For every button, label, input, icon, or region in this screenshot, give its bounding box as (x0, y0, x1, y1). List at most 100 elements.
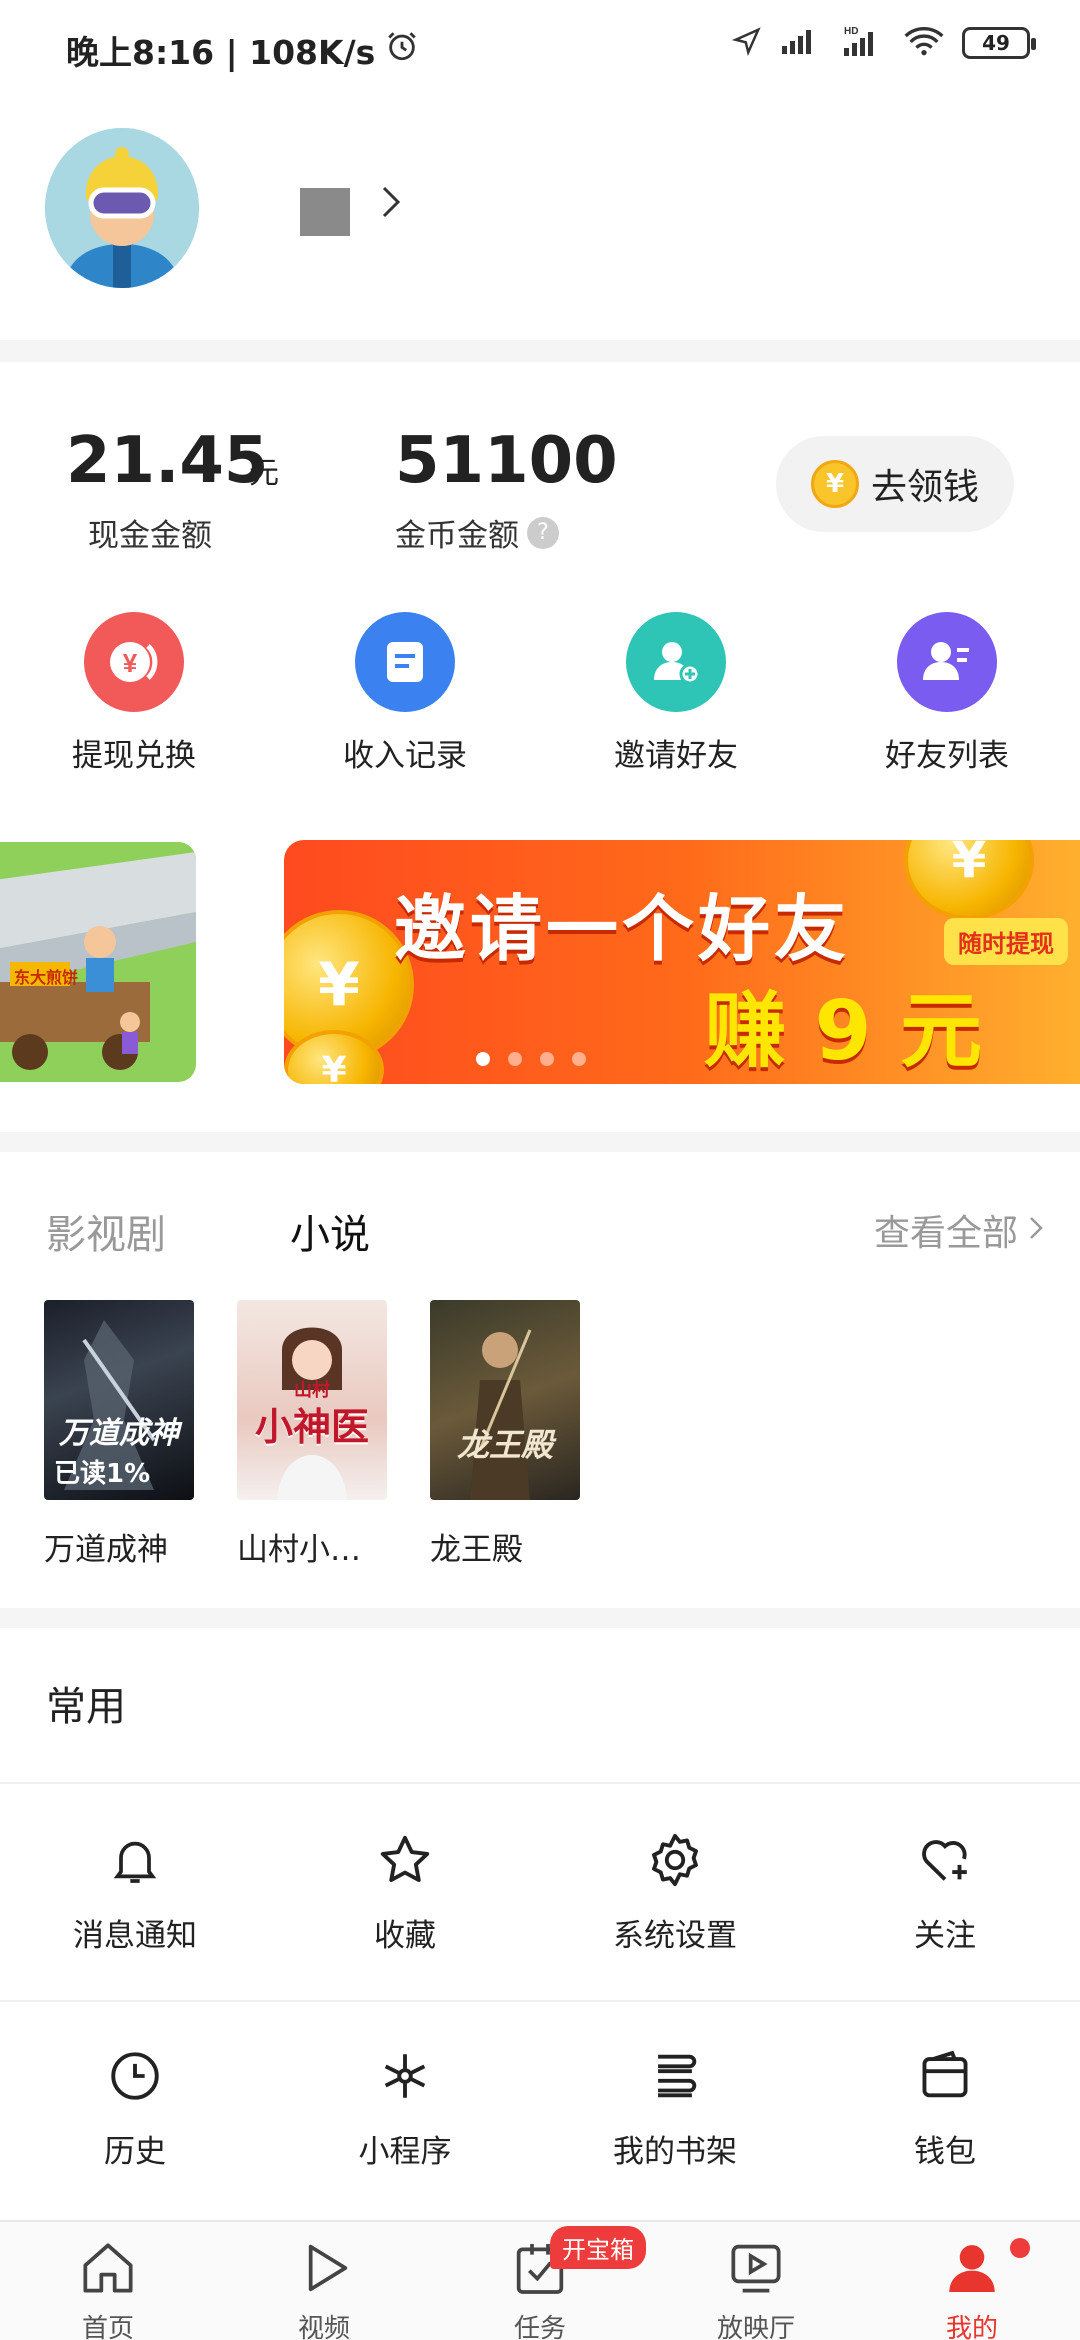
notification-dot (1010, 2238, 1030, 2258)
reading-progress: 已读1% (54, 1459, 151, 1489)
bell-icon (103, 1828, 167, 1892)
user-icon (940, 2236, 1004, 2300)
status-time: 晚上8:16 | 108K/s (66, 33, 376, 72)
home-icon (76, 2236, 140, 2300)
gear-icon (643, 1828, 707, 1892)
grid-item-mini-programs[interactable]: 小程序 (270, 2044, 540, 2194)
profile-header[interactable] (0, 96, 1080, 340)
wallet-icon (913, 2044, 977, 2108)
wifi-icon (904, 26, 944, 60)
chevron-right-icon[interactable] (378, 182, 404, 232)
book-title: 龙王殿 (430, 1532, 523, 1568)
nav-home[interactable]: 首页 (0, 2232, 216, 2340)
grid-item-favorites[interactable]: 收藏 (270, 1828, 540, 1978)
withdraw-icon: ¥ (84, 612, 184, 712)
tab-video[interactable]: 影视剧 (46, 1202, 166, 1260)
tab-novel[interactable]: 小说 (290, 1202, 370, 1260)
invite-banner[interactable]: ¥ ¥ ¥ 邀请一个好友 赚 9 元 随时提现 (284, 840, 1080, 1084)
cover-title: 龙王殿 (456, 1426, 553, 1464)
treasure-chest-badge[interactable]: 开宝箱 (550, 2226, 646, 2269)
help-icon[interactable]: ? (527, 516, 559, 549)
grid-label: 我的书架 (613, 2134, 737, 2170)
banner-pagination (476, 1052, 586, 1066)
quick-action-label: 提现兑换 (72, 738, 196, 774)
nav-label: 首页 (81, 2314, 134, 2340)
grid-label: 消息通知 (73, 1918, 197, 1954)
section-title: 常用 (46, 1684, 126, 1730)
status-left: 晚上8:16 | 108K/s (66, 26, 419, 74)
media-section: 影视剧 小说 查看全部 万道成神 已读1% 万道成神 山村 小神医 山村小… 龙… (0, 1152, 1080, 1608)
book-cover[interactable]: 山村 小神医 (237, 1300, 387, 1500)
quick-action-friend-list[interactable]: 好友列表 (857, 612, 1037, 774)
book-title: 山村小… (237, 1532, 361, 1568)
star-icon (373, 1828, 437, 1892)
view-all-label: 查看全部 (873, 1213, 1018, 1254)
nav-video[interactable]: 视频 (216, 2232, 432, 2340)
quick-action-label: 收入记录 (343, 738, 467, 774)
friend-list-icon (897, 612, 997, 712)
grid-label: 小程序 (358, 2134, 452, 2170)
earn-money-button[interactable]: ¥ 去领钱 (776, 436, 1014, 532)
quick-action-label: 邀请好友 (614, 738, 738, 774)
view-all-link[interactable]: 查看全部 (874, 1204, 1044, 1256)
quick-action-income-records[interactable]: 收入记录 (315, 612, 495, 774)
book-title: 万道成神 (44, 1532, 168, 1568)
book-cover[interactable]: 龙王殿 (430, 1300, 580, 1500)
grid-item-follow[interactable]: 关注 (810, 1828, 1080, 1978)
cover-title: 万道成神 (59, 1416, 179, 1451)
nav-label: 任务 (513, 2314, 566, 2340)
grid-item-bookshelf[interactable]: 我的书架 (540, 2044, 810, 2194)
grid-label: 关注 (914, 1918, 976, 1954)
grid-label: 系统设置 (613, 1918, 737, 1954)
cash-unit: 元 (249, 456, 279, 491)
heart-plus-icon (913, 1828, 977, 1892)
nav-label: 放映厅 (716, 2314, 795, 2340)
pagination-dot[interactable] (476, 1052, 490, 1066)
earn-button-label: 去领钱 (870, 467, 979, 508)
avatar[interactable] (45, 128, 199, 288)
grid-label: 历史 (104, 2134, 166, 2170)
grid-item-notifications[interactable]: 消息通知 (0, 1828, 270, 1978)
clock-icon (103, 2044, 167, 2108)
divider (0, 1782, 1080, 1784)
common-section: 常用 消息通知 收藏 系统设置 关注 历史 小程序 我的书架 钱包 (0, 1628, 1080, 2220)
banner-tag: 随时提现 (944, 918, 1068, 965)
bottom-navigation: 首页 视频 任务 放映厅 我的 (0, 2220, 1080, 2340)
grid-item-history[interactable]: 历史 (0, 2044, 270, 2194)
pagination-dot[interactable] (572, 1052, 586, 1066)
nav-theater[interactable]: 放映厅 (648, 2232, 864, 2340)
pagination-dot[interactable] (508, 1052, 522, 1066)
book-item[interactable]: 山村 小神医 山村小… (237, 1300, 389, 1569)
book-item[interactable]: 龙王殿 龙王殿 (430, 1300, 582, 1569)
banner-title: 邀请一个好友 (394, 887, 851, 971)
pagination-dot[interactable] (540, 1052, 554, 1066)
nav-mine[interactable]: 我的 (864, 2232, 1080, 2340)
wallet-section: 21.45 元 现金金额 51100 金币金额 ? ¥ 去领钱 ¥ 提现兑换 收… (0, 362, 1080, 1132)
cash-label: 现金金额 (88, 518, 212, 554)
book-cover[interactable]: 万道成神 已读1% (44, 1300, 194, 1500)
coin-label-row: 金币金额 ? (395, 510, 559, 555)
nav-label: 我的 (945, 2314, 998, 2340)
records-icon (355, 612, 455, 712)
coin-decoration-icon: ¥ (904, 840, 1034, 920)
grid-item-settings[interactable]: 系统设置 (540, 1828, 810, 1978)
quick-action-label: 好友列表 (885, 738, 1009, 774)
quick-action-invite-friends[interactable]: 邀请好友 (586, 612, 766, 774)
cash-amount[interactable]: 21.45 (66, 424, 268, 498)
grid-label: 收藏 (374, 1918, 436, 1954)
alarm-icon (385, 29, 419, 71)
coin-amount[interactable]: 51100 (395, 424, 618, 498)
quick-action-withdraw[interactable]: ¥ 提现兑换 (44, 612, 224, 774)
battery-icon: 49 (962, 27, 1036, 59)
divider (0, 2000, 1080, 2002)
username-placeholder[interactable] (300, 188, 350, 236)
bookshelf-icon (643, 2044, 707, 2108)
signal-icon (780, 26, 824, 60)
game-banner-card[interactable]: 东大煎饼 (0, 842, 196, 1082)
stall-sign: 东大煎饼 (14, 968, 79, 987)
signal-hd-icon: HD (842, 24, 886, 62)
grid-item-wallet[interactable]: 钱包 (810, 2044, 1080, 2194)
status-right: HD 49 (731, 24, 1036, 62)
chevron-right-icon (1028, 1210, 1044, 1251)
book-item[interactable]: 万道成神 已读1% 万道成神 (44, 1300, 196, 1569)
